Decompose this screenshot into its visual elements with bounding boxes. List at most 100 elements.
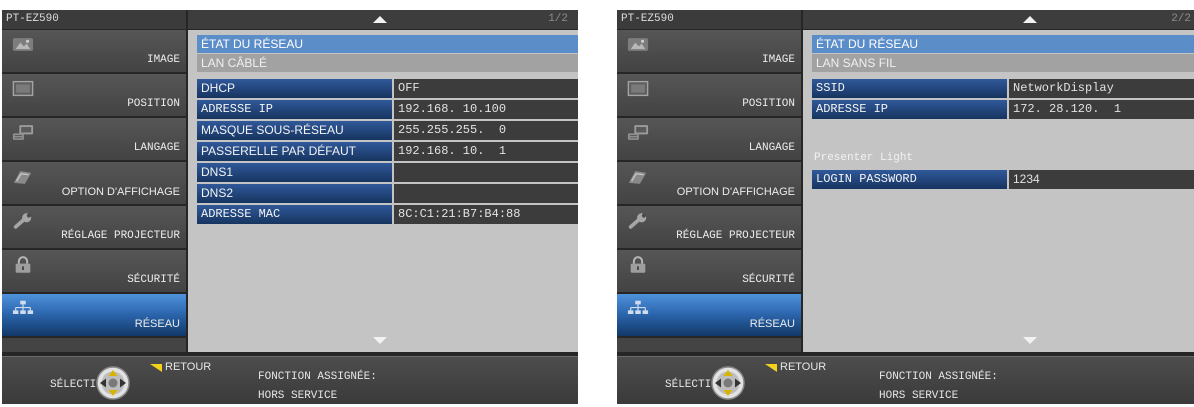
menu-item-label: IMAGE (761, 54, 795, 66)
status-row-ssid: SSID NetworkDisplay (812, 79, 1194, 98)
guide-footer: SÉLECTION RETOUR FONCTION ASSIGNÉE: HORS… (2, 356, 578, 404)
menu-item-image[interactable]: IMAGE (2, 30, 186, 72)
assigned-function-label: FONCTION ASSIGNÉE: (879, 371, 998, 383)
row-value: 192.168. 10.100 (394, 100, 578, 119)
status-row-dns1: DNS1 (197, 163, 578, 182)
menu-sidebar-spacer (617, 338, 801, 352)
scroll-up-arrow-icon[interactable] (373, 16, 387, 23)
row-label: DNS2 (197, 184, 392, 203)
menu-item-label: RÉSEAU (749, 318, 795, 330)
menu-item-label: OPTION D'AFFICHAGE (676, 186, 795, 198)
menu-item-security[interactable]: SÉCURITÉ (2, 250, 186, 292)
menu-item-projector-settings[interactable]: RÉGLAGE PROJECTEUR (617, 206, 801, 248)
image-icon (627, 36, 649, 53)
section-title: ÉTAT DU RÉSEAU (197, 35, 578, 53)
status-row-login-password: LOGIN PASSWORD 1234 (812, 170, 1194, 189)
scroll-up-arrow-icon[interactable] (1023, 16, 1037, 23)
network-icon (12, 300, 34, 317)
row-label: ADRESSE IP (197, 100, 392, 119)
row-value: 8C:C1:21:B7:B4:88 (394, 205, 578, 224)
menu-item-label: SÉCURITÉ (742, 274, 795, 286)
row-value: NetworkDisplay (1009, 79, 1194, 98)
page-number: 2/2 (1171, 13, 1191, 25)
row-label: MASQUE SOUS-RÉSEAU (197, 121, 392, 140)
menu-item-label: LANGAGE (133, 142, 180, 154)
menu-item-label: IMAGE (146, 54, 180, 66)
menu-item-label: LANGAGE (748, 142, 795, 154)
projector-settings-icon (627, 212, 649, 229)
guide-footer: SÉLECTION RETOUR FONCTION ASSIGNÉE: HORS… (617, 356, 1194, 404)
return-arrow-icon (764, 363, 778, 373)
scroll-down-arrow-icon[interactable] (373, 337, 387, 344)
position-icon (12, 80, 34, 97)
osd-menu-page-2: PT-EZ590 2/2 IMAGE POSITION LANGAGE OPTI… (617, 10, 1194, 404)
position-icon (627, 80, 649, 97)
menu-item-security[interactable]: SÉCURITÉ (617, 250, 801, 292)
assigned-function-label: FONCTION ASSIGNÉE: (258, 371, 377, 383)
menu-item-display-option[interactable]: OPTION D'AFFICHAGE (617, 162, 801, 204)
menu-item-position[interactable]: POSITION (2, 74, 186, 116)
menu-item-label: POSITION (127, 98, 180, 110)
navigation-pad-icon (95, 365, 131, 401)
menu-item-label: RÉGLAGE PROJECTEUR (676, 230, 795, 242)
menu-item-image[interactable]: IMAGE (617, 30, 801, 72)
presenter-light-title: Presenter Light (814, 152, 914, 164)
model-name: PT-EZ590 (621, 13, 674, 25)
status-row-dns2: DNS2 (197, 184, 578, 203)
osd-menu-page-1: PT-EZ590 1/2 IMAGE POSITION LANGAGE OPTI… (2, 10, 578, 404)
menu-item-projector-settings[interactable]: RÉGLAGE PROJECTEUR (2, 206, 186, 248)
content-header: 1/2 (188, 10, 578, 29)
subsection-title: LAN SANS FIL (812, 54, 1194, 72)
menu-item-language[interactable]: LANGAGE (617, 118, 801, 160)
content-header: 2/2 (803, 10, 1194, 29)
row-label: DNS1 (197, 163, 392, 182)
row-value (394, 163, 578, 182)
menu-item-language[interactable]: LANGAGE (2, 118, 186, 160)
menu-item-display-option[interactable]: OPTION D'AFFICHAGE (2, 162, 186, 204)
row-label: SSID (812, 79, 1007, 98)
model-name: PT-EZ590 (6, 13, 59, 25)
scroll-down-arrow-icon[interactable] (1023, 337, 1037, 344)
assigned-function-value: HORS SERVICE (879, 390, 959, 402)
image-icon (12, 36, 34, 53)
menu-item-label: RÉGLAGE PROJECTEUR (61, 230, 180, 242)
menu-item-label: OPTION D'AFFICHAGE (61, 186, 180, 198)
menu-item-network[interactable]: RÉSEAU (617, 294, 801, 336)
row-label: ADRESSE MAC (197, 205, 392, 224)
menu-item-label: POSITION (742, 98, 795, 110)
subsection-title: LAN CÂBLÉ (197, 54, 578, 72)
return-hint: RETOUR (165, 361, 212, 373)
model-header: PT-EZ590 (2, 10, 186, 29)
navigation-pad-icon (710, 365, 746, 401)
status-row-ip-address: ADRESSE IP 192.168. 10.100 (197, 100, 578, 119)
row-value: 1234 (1009, 170, 1194, 189)
status-row-subnet-mask: MASQUE SOUS-RÉSEAU 255.255.255. 0 (197, 121, 578, 140)
menu-sidebar-spacer (2, 338, 186, 352)
section-title: ÉTAT DU RÉSEAU (812, 35, 1194, 53)
language-icon (12, 124, 34, 141)
row-label: PASSERELLE PAR DÉFAUT (197, 142, 392, 161)
menu-item-label: RÉSEAU (134, 318, 180, 330)
assigned-function-value: HORS SERVICE (258, 390, 338, 402)
menu-item-label: SÉCURITÉ (127, 274, 180, 286)
network-icon (627, 300, 649, 317)
status-row-dhcp: DHCP OFF (197, 79, 578, 98)
display-option-icon (627, 168, 649, 185)
status-row-ip-address: ADRESSE IP 172. 28.120. 1 (812, 100, 1194, 119)
row-value: 172. 28.120. 1 (1009, 100, 1194, 119)
row-value (394, 184, 578, 203)
lock-icon (12, 256, 34, 273)
row-value: OFF (394, 79, 578, 98)
status-row-default-gateway: PASSERELLE PAR DÉFAUT 192.168. 10. 1 (197, 142, 578, 161)
row-value: 192.168. 10. 1 (394, 142, 578, 161)
menu-item-position[interactable]: POSITION (617, 74, 801, 116)
return-hint: RETOUR (780, 361, 827, 373)
menu-item-network[interactable]: RÉSEAU (2, 294, 186, 336)
display-option-icon (12, 168, 34, 185)
model-header: PT-EZ590 (617, 10, 801, 29)
return-arrow-icon (149, 363, 163, 373)
row-value: 255.255.255. 0 (394, 121, 578, 140)
status-row-mac-address: ADRESSE MAC 8C:C1:21:B7:B4:88 (197, 205, 578, 224)
language-icon (627, 124, 649, 141)
row-label: ADRESSE IP (812, 100, 1007, 119)
